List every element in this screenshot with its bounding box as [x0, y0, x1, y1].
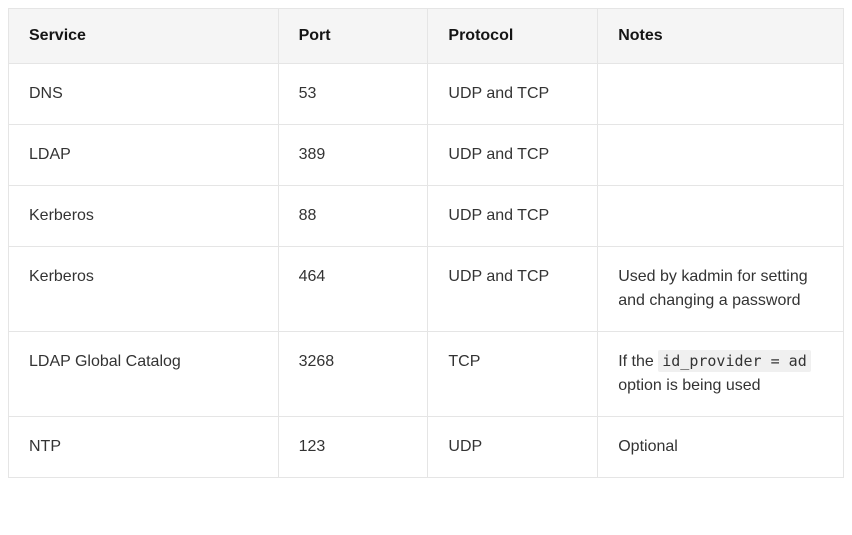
table-row: Kerberos 464 UDP and TCP Used by kadmin … [9, 247, 844, 332]
notes-suffix: option is being used [618, 377, 760, 394]
cell-notes: If the id_provider = ad option is being … [598, 332, 844, 417]
cell-port: 3268 [278, 332, 428, 417]
cell-protocol: UDP and TCP [428, 125, 598, 186]
cell-protocol: UDP and TCP [428, 247, 598, 332]
cell-notes [598, 125, 844, 186]
cell-service: LDAP Global Catalog [9, 332, 279, 417]
cell-port: 88 [278, 186, 428, 247]
cell-port: 53 [278, 64, 428, 125]
cell-protocol: UDP and TCP [428, 64, 598, 125]
col-header-protocol: Protocol [428, 9, 598, 64]
table-row: LDAP 389 UDP and TCP [9, 125, 844, 186]
table-row: NTP 123 UDP Optional [9, 417, 844, 478]
cell-service: DNS [9, 64, 279, 125]
table-header-row: Service Port Protocol Notes [9, 9, 844, 64]
cell-port: 123 [278, 417, 428, 478]
cell-service: Kerberos [9, 247, 279, 332]
cell-service: LDAP [9, 125, 279, 186]
table-row: Kerberos 88 UDP and TCP [9, 186, 844, 247]
cell-port: 464 [278, 247, 428, 332]
cell-notes [598, 186, 844, 247]
table-row: DNS 53 UDP and TCP [9, 64, 844, 125]
col-header-port: Port [278, 9, 428, 64]
cell-port: 389 [278, 125, 428, 186]
col-header-notes: Notes [598, 9, 844, 64]
cell-service: Kerberos [9, 186, 279, 247]
cell-notes: Optional [598, 417, 844, 478]
cell-protocol: UDP and TCP [428, 186, 598, 247]
col-header-service: Service [9, 9, 279, 64]
cell-service: NTP [9, 417, 279, 478]
notes-prefix: If the [618, 353, 658, 370]
cell-protocol: UDP [428, 417, 598, 478]
cell-protocol: TCP [428, 332, 598, 417]
table-row: LDAP Global Catalog 3268 TCP If the id_p… [9, 332, 844, 417]
cell-notes: Used by kadmin for setting and changing … [598, 247, 844, 332]
cell-notes [598, 64, 844, 125]
ports-table: Service Port Protocol Notes DNS 53 UDP a… [8, 8, 844, 478]
code-snippet: id_provider = ad [658, 350, 811, 372]
